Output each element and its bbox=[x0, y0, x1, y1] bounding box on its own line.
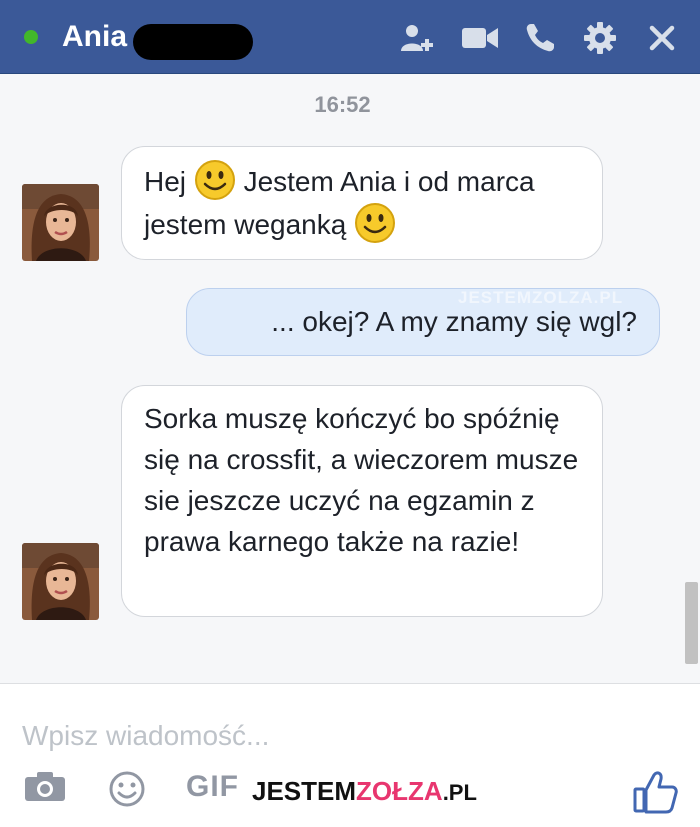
contact-avatar[interactable] bbox=[22, 184, 99, 261]
redacted-surname bbox=[133, 24, 253, 60]
message-text: Sorka muszę kończyć bo spóźnię się na cr… bbox=[144, 403, 579, 557]
gif-icon[interactable]: GIF bbox=[186, 770, 239, 804]
contact-avatar[interactable] bbox=[22, 543, 99, 620]
smiley-emoji-icon bbox=[194, 159, 236, 201]
gear-icon[interactable] bbox=[580, 18, 620, 58]
chat-window: Ania 16:52 Hej Jestem Ania i od marca je… bbox=[0, 0, 700, 827]
chat-header: Ania bbox=[0, 0, 700, 74]
like-icon[interactable] bbox=[632, 770, 678, 819]
message-composer: GIF JESTEMZOŁZA.PL bbox=[0, 683, 700, 827]
message-input[interactable] bbox=[22, 716, 662, 756]
message-text: ... okej? A my znamy się wgl? bbox=[271, 306, 637, 337]
close-icon[interactable] bbox=[642, 18, 682, 58]
brand-text-part3: .PL bbox=[442, 780, 477, 805]
smiley-emoji-icon bbox=[354, 202, 396, 244]
emoji-icon[interactable] bbox=[108, 770, 146, 813]
add-friend-icon[interactable] bbox=[398, 18, 438, 58]
contact-name[interactable]: Ania bbox=[62, 20, 127, 54]
video-call-icon[interactable] bbox=[460, 18, 500, 58]
camera-icon[interactable] bbox=[24, 770, 66, 807]
online-status-dot bbox=[24, 30, 38, 44]
message-timestamp: 16:52 bbox=[314, 92, 371, 117]
message-bubble-incoming[interactable]: Sorka muszę kończyć bo spóźnię się na cr… bbox=[121, 385, 603, 617]
brand-text-part2: ZOŁZA bbox=[356, 776, 443, 806]
message-text: Hej bbox=[144, 166, 194, 197]
scrollbar-thumb[interactable] bbox=[685, 582, 698, 664]
message-bubble-incoming[interactable]: Hej Jestem Ania i od marca jestem wegank… bbox=[121, 146, 603, 260]
brand-watermark: JESTEMZOŁZA.PL bbox=[252, 774, 490, 808]
message-list[interactable]: 16:52 Hej Jestem Ania i od marca jestem … bbox=[0, 74, 700, 683]
phone-icon[interactable] bbox=[520, 18, 560, 58]
watermark-text: JESTEMZOLZA.PL bbox=[458, 288, 624, 307]
brand-text-part1: JESTEM bbox=[252, 776, 357, 806]
